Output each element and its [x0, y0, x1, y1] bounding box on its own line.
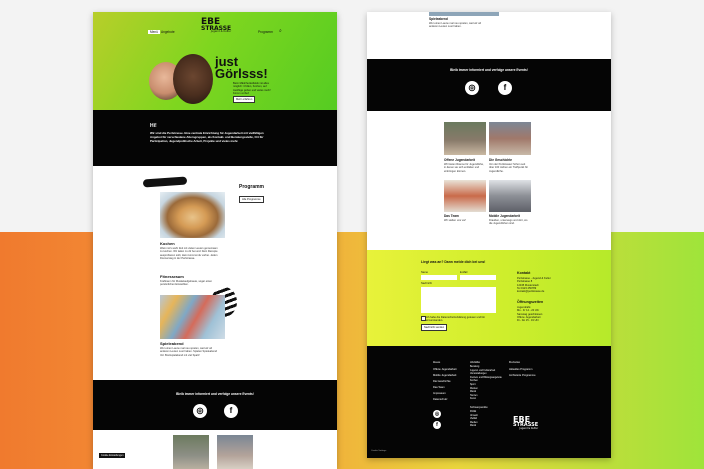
submit-button[interactable]: Nachricht senden — [421, 324, 448, 331]
program-title: Programm — [239, 184, 265, 190]
nav-item-menu[interactable]: Menü — [148, 30, 160, 34]
hero-text: Beim Mädchenkollektiv ist alles möglich:… — [233, 82, 271, 95]
top-card-title[interactable]: Spieleabend — [429, 17, 448, 21]
intro-section: Hi! Wir sind die Perlstrasse. Eine zentr… — [93, 110, 337, 166]
facebook-icon[interactable]: f — [224, 404, 238, 418]
grid-text-offene: Wir bieten Räume für Jugendliche, in den… — [444, 163, 484, 173]
search-icon[interactable]: ⌕ — [279, 28, 282, 34]
instagram-icon[interactable]: ◎ — [465, 81, 479, 95]
email-label: E-Mail — [460, 271, 468, 274]
footer-col2b-title: Schwerpunkte — [470, 406, 488, 409]
card-image-spieleabend[interactable] — [160, 295, 225, 339]
email-field[interactable] — [460, 275, 496, 280]
grid-title-geschichte[interactable]: Die Geschichte — [489, 158, 512, 162]
contact-title: Liegt was an? Dann melde dich bei uns! — [421, 260, 486, 264]
instagram-icon[interactable]: ◎ — [193, 404, 207, 418]
hero-photo-person2 — [173, 54, 213, 104]
message-label: Nachricht — [421, 282, 432, 285]
footer-link[interactable]: Musik — [470, 425, 478, 429]
top-card-image[interactable] — [429, 12, 499, 16]
cookie-settings-link[interactable]: Cookie Settings — [371, 450, 386, 452]
card-title-fitness[interactable]: Fitnessraum — [160, 274, 184, 279]
hours-list: Jugendcafé Mo - Fr 14 - 20 Uhr Samstag g… — [517, 306, 543, 323]
grid-image-team[interactable] — [444, 180, 486, 212]
hero-slider-dots[interactable] — [207, 105, 223, 118]
name-field[interactable] — [421, 275, 457, 280]
logo[interactable]: EBE STRASSE Jugend & Kultur — [201, 17, 231, 34]
contact-section: Liegt was an? Dann melde dich bei uns! N… — [367, 250, 611, 346]
facebook-icon[interactable]: f — [498, 81, 512, 95]
page-mockup-details: Spieleabend Wer einen Laune mal neu spie… — [367, 12, 611, 458]
brush-stroke — [142, 176, 188, 188]
grid-text-team: Wir stellen uns vor! — [444, 219, 467, 222]
card-title-spieleabend[interactable]: Spieleabend — [160, 341, 184, 346]
card-text-kochen: Wann ist's wahr Zeit mit vielen Leuten g… — [160, 247, 218, 260]
instagram-icon[interactable]: ◎ — [433, 410, 441, 418]
social-text: Bleib immer informiert und verfolge unse… — [176, 392, 254, 396]
social-section: Bleib immer informiert und verfolge unse… — [367, 59, 611, 111]
teaser-image-1[interactable] — [173, 435, 209, 469]
grid-image-geschichte[interactable] — [489, 122, 531, 155]
kontakt-title: Kontakt — [517, 271, 531, 275]
top-card-text: Wer einen Laune mal neu spielen, weil wi… — [429, 22, 481, 29]
footer-col3-title: Kolonie — [509, 360, 520, 364]
footer-col2b: Politik Umwelt Vielfalt Medien Musik — [470, 411, 478, 429]
teaser-image-2[interactable] — [217, 435, 253, 469]
grid-title-mobile[interactable]: Mobile Jugendarbeit — [489, 214, 520, 218]
social-section: Bleib immer informiert und verfolge unse… — [93, 380, 337, 430]
nav-item-angebote[interactable]: Angebote — [161, 30, 175, 34]
footer-col2-title: Ablidle — [470, 360, 481, 364]
footer-col1: Offene Jugendarbeit Mobile Jugendarbeit … — [433, 367, 456, 403]
kontakt-address: Perlstrasse - Jugend & Kultur Perlstrass… — [517, 277, 551, 294]
hero-section: Menü Angebote EBE STRASSE Jugend & Kultu… — [93, 12, 337, 118]
footer: Haus Offene Jugendarbeit Mobile Jugendar… — [367, 346, 611, 458]
hero-headline: just Görlsss! — [215, 54, 268, 81]
facebook-icon[interactable]: f — [433, 421, 441, 429]
grid-title-offene[interactable]: Offene Jugendarbeit — [444, 158, 475, 162]
intro-title: Hi! — [150, 123, 157, 129]
message-field[interactable] — [421, 287, 496, 313]
card-title-kochen[interactable]: Kochen — [160, 241, 175, 246]
grid-image-mobile[interactable] — [489, 180, 531, 212]
name-label: Name — [421, 271, 428, 274]
footer-logo[interactable]: EBE STRASSE Jugend & Kultur — [513, 415, 538, 430]
all-programs-button[interactable]: Alle Programme — [239, 196, 264, 203]
nav-item-programm[interactable]: Programm — [258, 30, 273, 34]
card-text-spieleabend: Wer einen Laune mal neu spielen, weil wi… — [160, 347, 217, 357]
consent-text: Ich habe die Datenschutzerklärung gelese… — [426, 316, 486, 323]
cookie-settings-button[interactable]: Cookie Einstellungen — [99, 453, 126, 458]
hours-title: Öffnungszeiten — [517, 300, 544, 304]
grid-text-mobile: Draußen, unterwegs und dort, wo die Juge… — [489, 219, 528, 226]
page-mockup-home: Menü Angebote EBE STRASSE Jugend & Kultu… — [93, 12, 337, 469]
footer-link[interactable]: Archivierte Programme — [509, 373, 536, 379]
social-text: Bleib immer informiert und verfolge unse… — [450, 68, 528, 72]
footer-col3: Aktuelles Programm Archivierte Programme — [509, 367, 536, 379]
grid-image-offene[interactable] — [444, 122, 486, 155]
hero-cta-button[interactable]: Mehr erfahren — [233, 96, 256, 103]
grid-title-team[interactable]: Das Team — [444, 214, 459, 218]
footer-col2: Beratung Jugend- und Kulturarbeit Verans… — [470, 366, 502, 402]
footer-link[interactable]: Datenschutz — [433, 397, 456, 403]
intro-text: Wir sind die Perlstrasse. Eine zentrale … — [150, 131, 264, 143]
footer-col1-title: Haus — [433, 360, 441, 364]
grid-text-geschichte: Von der Perlstrasse! Schon seit über 100… — [489, 163, 529, 173]
card-image-kochen[interactable] — [160, 192, 225, 238]
card-text-fitness: Kraftraum für Muskelaufgebaute, sogar ei… — [160, 280, 213, 287]
footer-link[interactable]: Kunst — [470, 398, 502, 402]
